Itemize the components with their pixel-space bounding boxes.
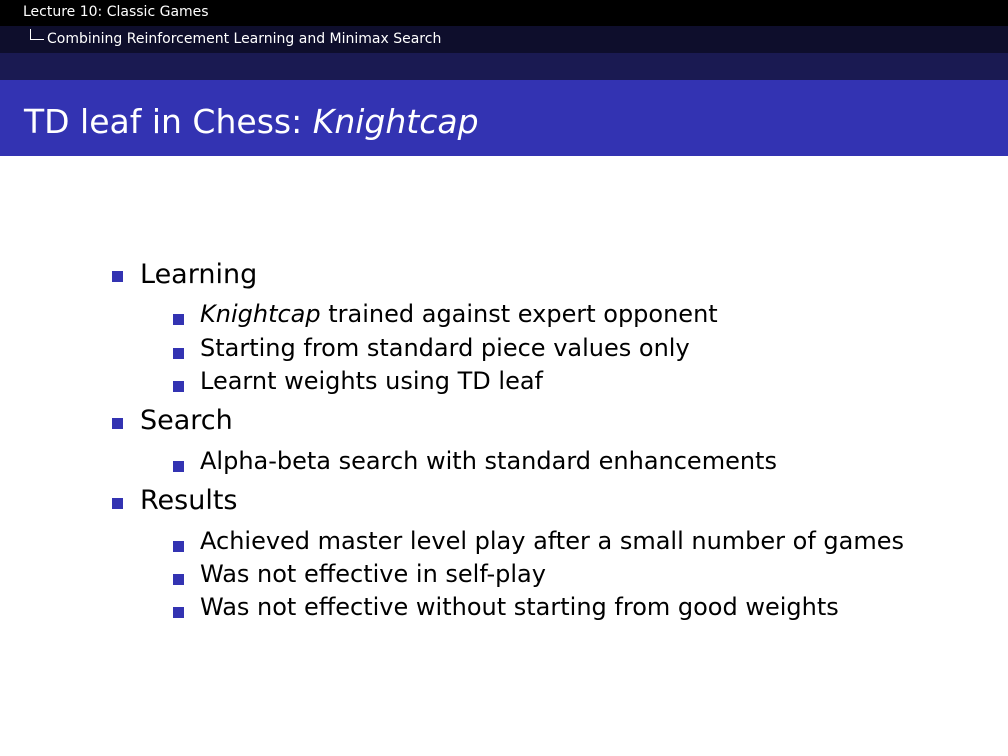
sub-item-italic: Knightcap [200, 300, 321, 328]
slide-title: TD leaf in Chess: Knightcap [24, 102, 479, 142]
sub-bullet-square-icon [173, 381, 184, 392]
list-item-search: Search [140, 405, 233, 436]
slide-title-italic: Knightcap [312, 102, 479, 141]
tree-elbow-icon [30, 29, 44, 40]
header-section-title: Lecture 10: Classic Games [23, 4, 209, 20]
sub-item-self-play: Was not effective in self-play [200, 560, 546, 588]
sub-bullet-square-icon [173, 348, 184, 359]
header-spacer-bar [0, 53, 1008, 80]
sub-bullet-square-icon [173, 574, 184, 585]
header-section-bar: Lecture 10: Classic Games [0, 0, 1008, 26]
slide-title-bar: TD leaf in Chess: Knightcap [0, 80, 1008, 156]
sub-item-good-weights: Was not effective without starting from … [200, 593, 839, 621]
bullet-square-icon [112, 418, 123, 429]
sub-item-knightcap-trained: Knightcap trained against expert opponen… [200, 300, 718, 328]
sub-item-starting: Starting from standard piece values only [200, 334, 690, 362]
header-subsection-bar: Combining Reinforcement Learning and Min… [0, 26, 1008, 53]
bullet-square-icon [112, 498, 123, 509]
sub-item-text: trained against expert opponent [320, 300, 718, 328]
header-subsection-title: Combining Reinforcement Learning and Min… [47, 31, 442, 47]
list-item-results: Results [140, 485, 238, 516]
sub-item-alpha-beta: Alpha-beta search with standard enhancem… [200, 447, 777, 475]
slide-title-plain: TD leaf in Chess: [24, 102, 313, 141]
sub-bullet-square-icon [173, 541, 184, 552]
sub-bullet-square-icon [173, 314, 184, 325]
sub-item-master-level: Achieved master level play after a small… [200, 527, 905, 555]
sub-bullet-square-icon [173, 461, 184, 472]
sub-item-learnt-weights: Learnt weights using TD leaf [200, 367, 543, 395]
sub-bullet-square-icon [173, 607, 184, 618]
list-item-learning: Learning [140, 259, 258, 290]
bullet-square-icon [112, 271, 123, 282]
